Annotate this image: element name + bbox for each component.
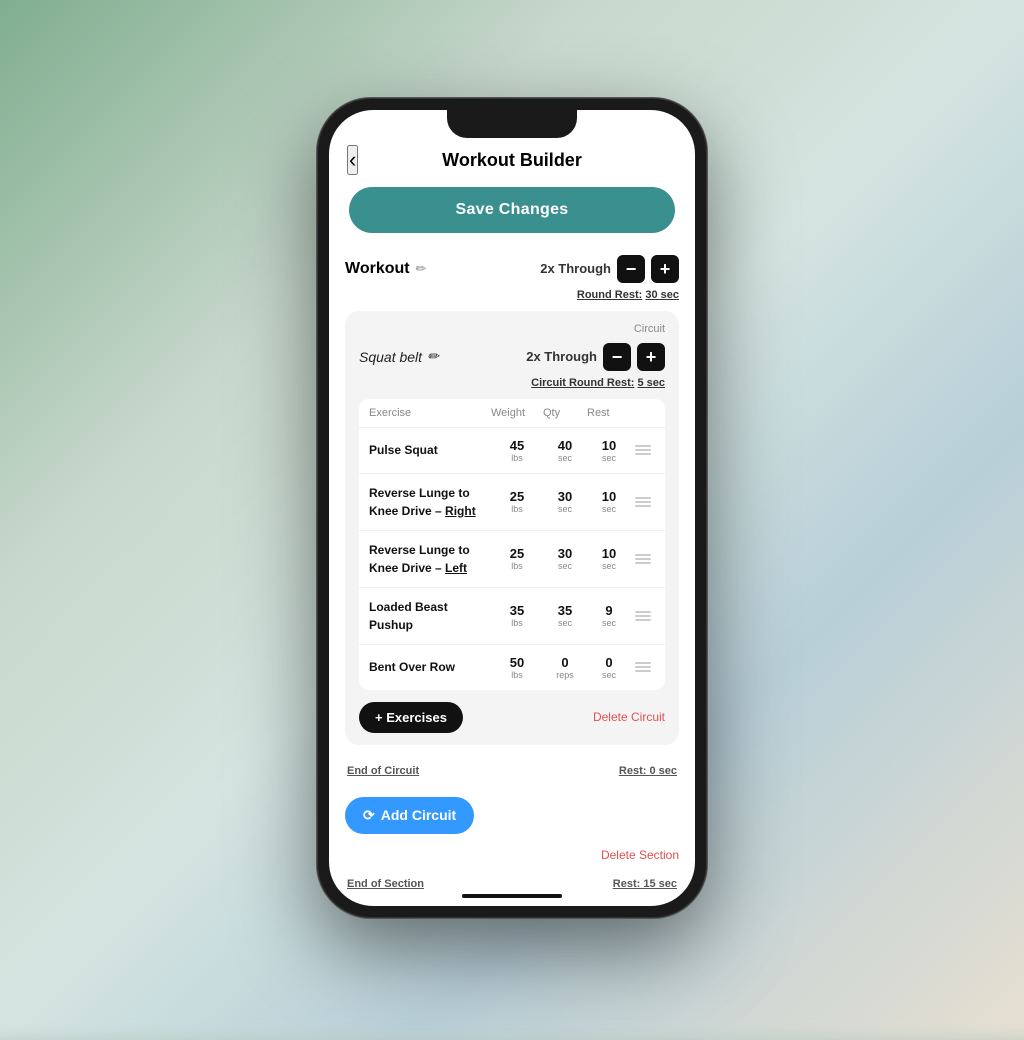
qty-cell: 30sec xyxy=(543,546,587,571)
circuit-card: Circuit Squat belt ✏ 2x Through − + xyxy=(345,311,679,745)
add-circuit-button[interactable]: ⟳ Add Circuit xyxy=(345,797,474,834)
end-circuit-label: End of Circuit xyxy=(347,765,419,777)
drag-handle-icon[interactable] xyxy=(631,611,655,621)
phone-screen: ‹ Workout Builder Save Changes Workout ✏ xyxy=(329,110,695,906)
workout-header: Workout ✏ 2x Through − + xyxy=(345,245,679,289)
circuit-edit-icon[interactable]: ✏ xyxy=(427,348,439,365)
circuit-through-label: 2x Through xyxy=(526,349,597,364)
table-row[interactable]: Pulse Squat45lbs40sec10sec xyxy=(359,428,665,474)
circuit-decrement-button[interactable]: − xyxy=(603,343,631,371)
workout-increment-button[interactable]: + xyxy=(651,255,679,283)
workout-label: Workout xyxy=(345,260,410,278)
table-header: Exercise Weight Qty Rest xyxy=(359,399,665,428)
circuit-through-group: 2x Through − + xyxy=(526,343,665,371)
weight-cell: 25lbs xyxy=(491,546,543,571)
phone-wrapper: ‹ Workout Builder Save Changes Workout ✏ xyxy=(317,98,707,918)
drag-handle-icon[interactable] xyxy=(631,497,655,507)
exercise-name: Reverse Lunge to Knee Drive – Right xyxy=(369,484,491,520)
th-qty: Qty xyxy=(543,407,587,419)
circuit-rest-row: Circuit Round Rest: 5 sec xyxy=(359,377,665,389)
circuit-name: Squat belt ✏ xyxy=(359,348,439,365)
circuit-header: Squat belt ✏ 2x Through − + xyxy=(359,343,665,371)
workout-decrement-button[interactable]: − xyxy=(617,255,645,283)
drag-handle-icon[interactable] xyxy=(631,445,655,455)
table-row[interactable]: Bent Over Row50lbs0reps0sec xyxy=(359,645,665,690)
delete-section-row: Delete Section xyxy=(345,846,679,864)
scroll-content: Workout ✏ 2x Through − + Round Rest: 30 … xyxy=(329,245,695,906)
delete-circuit-button[interactable]: Delete Circuit xyxy=(593,710,665,724)
rest-cell: 0sec xyxy=(587,655,631,680)
phone-frame: ‹ Workout Builder Save Changes Workout ✏ xyxy=(317,98,707,918)
home-indicator xyxy=(462,894,562,898)
exercise-table: Exercise Weight Qty Rest Pulse Squat45lb… xyxy=(359,399,665,690)
qty-cell: 0reps xyxy=(543,655,587,680)
circuit-increment-button[interactable]: + xyxy=(637,343,665,371)
add-circuit-icon: ⟳ xyxy=(363,807,375,824)
rest-cell: 9sec xyxy=(587,603,631,628)
save-changes-button[interactable]: Save Changes xyxy=(349,187,675,233)
weight-cell: 35lbs xyxy=(491,603,543,628)
circuit-badge: Circuit xyxy=(634,323,665,335)
rest-cell: 10sec xyxy=(587,546,631,571)
end-section-rest: Rest: 15 sec xyxy=(613,878,677,890)
back-button[interactable]: ‹ xyxy=(347,145,358,175)
add-exercises-button[interactable]: + Exercises xyxy=(359,702,463,733)
table-row[interactable]: Reverse Lunge to Knee Drive – Right25lbs… xyxy=(359,474,665,531)
circuit-bottom: + Exercises Delete Circuit xyxy=(359,702,665,733)
th-rest: Rest xyxy=(587,407,631,419)
weight-cell: 25lbs xyxy=(491,489,543,514)
end-circuit-row: End of Circuit Rest: 0 sec xyxy=(345,757,679,785)
delete-section-button[interactable]: Delete Section xyxy=(601,848,679,862)
exercise-name: Pulse Squat xyxy=(369,441,491,459)
add-circuit-row: ⟳ Add Circuit xyxy=(345,791,679,840)
rest-cell: 10sec xyxy=(587,438,631,463)
save-btn-container: Save Changes xyxy=(329,179,695,245)
table-row[interactable]: Loaded Beast Pushup35lbs35sec9sec xyxy=(359,588,665,645)
exercise-name: Loaded Beast Pushup xyxy=(369,598,491,634)
exercise-name: Bent Over Row xyxy=(369,658,491,676)
nav-bar: ‹ Workout Builder xyxy=(329,140,695,179)
circuit-label-row: Circuit xyxy=(359,323,665,335)
exercise-rows: Pulse Squat45lbs40sec10secReverse Lunge … xyxy=(359,428,665,690)
workout-through-label: 2x Through xyxy=(540,261,611,276)
weight-cell: 50lbs xyxy=(491,655,543,680)
workout-edit-icon[interactable]: ✏ xyxy=(416,261,427,277)
weight-cell: 45lbs xyxy=(491,438,543,463)
th-weight: Weight xyxy=(491,407,543,419)
th-exercise: Exercise xyxy=(369,407,491,419)
exercise-name: Reverse Lunge to Knee Drive – Left xyxy=(369,541,491,577)
screen-content: ‹ Workout Builder Save Changes Workout ✏ xyxy=(329,110,695,906)
workout-label-group: Workout ✏ xyxy=(345,260,427,278)
end-section-label: End of Section xyxy=(347,878,424,890)
qty-cell: 30sec xyxy=(543,489,587,514)
qty-cell: 35sec xyxy=(543,603,587,628)
workout-through-group: 2x Through − + xyxy=(540,255,679,283)
table-row[interactable]: Reverse Lunge to Knee Drive – Left25lbs3… xyxy=(359,531,665,588)
rest-cell: 10sec xyxy=(587,489,631,514)
drag-handle-icon[interactable] xyxy=(631,554,655,564)
th-handle xyxy=(631,407,655,419)
page-title: Workout Builder xyxy=(442,150,582,171)
qty-cell: 40sec xyxy=(543,438,587,463)
drag-handle-icon[interactable] xyxy=(631,662,655,672)
end-circuit-rest: Rest: 0 sec xyxy=(619,765,677,777)
notch xyxy=(447,110,577,138)
workout-round-rest: Round Rest: 30 sec xyxy=(345,289,679,311)
